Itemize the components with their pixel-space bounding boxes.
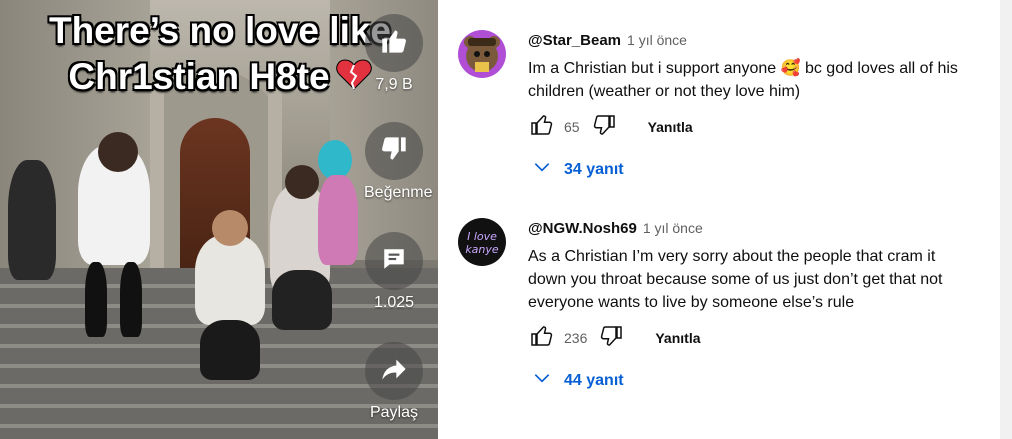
performer-head	[285, 165, 319, 199]
comments-panel: @Star_Beam 1 yıl önce Im a Christian but …	[438, 0, 1000, 439]
share-label: Paylaş	[369, 404, 419, 421]
comment-dislike-button[interactable]	[590, 113, 618, 141]
dislike-button[interactable]	[365, 122, 423, 180]
dislike-action[interactable]: Beğenme	[364, 122, 433, 202]
video-player[interactable]: There’s no love like Chr1stian H8te 7,9 …	[0, 0, 438, 439]
thumbs-down-icon	[380, 135, 408, 168]
performer-figure	[8, 160, 56, 280]
share-action[interactable]: Paylaş	[364, 342, 424, 422]
thumbs-up-outline-icon	[530, 113, 554, 142]
performer-figure	[200, 320, 260, 380]
view-replies-button[interactable]: 34 yanıt	[532, 157, 968, 182]
comment-count: 1.025	[373, 294, 415, 311]
video-title-line-2: Chr1stian H8te	[68, 56, 330, 97]
pillar	[150, 90, 164, 270]
comment-like-count: 236	[564, 330, 588, 346]
thumbs-down-outline-icon	[599, 324, 623, 353]
i-love-kanye-avatar-icon[interactable]: I love kanye	[458, 218, 506, 266]
thumbs-down-outline-icon	[592, 113, 616, 142]
chevron-down-icon	[532, 157, 552, 182]
comment-author[interactable]: @Star_Beam	[528, 32, 621, 49]
comment-text: As a Christian I’m very sorry about the …	[528, 248, 943, 311]
comments-button[interactable]	[365, 232, 423, 290]
comment-time[interactable]: 1 yıl önce	[627, 32, 687, 48]
comment-author[interactable]: @NGW.Nosh69	[528, 220, 637, 237]
comments-action[interactable]: 1.025	[364, 232, 424, 312]
view-replies-button[interactable]: 44 yanıt	[532, 368, 968, 393]
thumbs-up-outline-icon	[530, 324, 554, 353]
comment-text: Im a Christian but i support anyone 🥰 bc…	[528, 60, 958, 100]
performer-figure	[85, 262, 107, 337]
avatar-lettering: kanye	[465, 243, 499, 256]
dislike-label: Beğenme	[364, 184, 433, 201]
scrollbar[interactable]	[1000, 0, 1012, 439]
performer-figure	[272, 270, 332, 330]
avatar-lettering: I love	[467, 230, 497, 243]
comment-toolbar: 236 Yanıtla	[528, 324, 968, 352]
performer-head	[98, 132, 138, 172]
video-title-line-1: There’s no love like	[48, 10, 392, 51]
reply-button[interactable]: Yanıtla	[655, 330, 700, 346]
video-overlay-title: There’s no love like Chr1stian H8te	[30, 8, 410, 102]
chevron-down-icon	[532, 368, 552, 393]
replies-count-label: 44 yanıt	[564, 371, 624, 389]
reply-button[interactable]: Yanıtla	[648, 119, 693, 135]
thumbs-up-icon	[380, 27, 408, 60]
comment-like-count: 65	[564, 119, 580, 135]
comment-like-button[interactable]	[528, 324, 556, 352]
share-button[interactable]	[365, 342, 423, 400]
comment-dislike-button[interactable]	[597, 324, 625, 352]
performer-hair	[318, 140, 352, 180]
comment-like-button[interactable]	[528, 113, 556, 141]
replies-count-label: 34 yanıt	[564, 160, 624, 178]
comment-icon	[381, 246, 407, 277]
performer-head	[212, 210, 248, 246]
comment-toolbar: 65 Yanıtla	[528, 113, 968, 141]
bear-avatar-icon[interactable]	[458, 30, 506, 78]
share-arrow-icon	[380, 355, 408, 388]
performer-figure	[318, 175, 358, 265]
like-button[interactable]	[365, 14, 423, 72]
performer-figure	[195, 235, 265, 325]
comment-time[interactable]: 1 yıl önce	[643, 220, 703, 236]
performer-figure	[120, 262, 142, 337]
like-action[interactable]: 7,9 B	[364, 14, 424, 94]
like-count: 7,9 B	[375, 76, 413, 93]
